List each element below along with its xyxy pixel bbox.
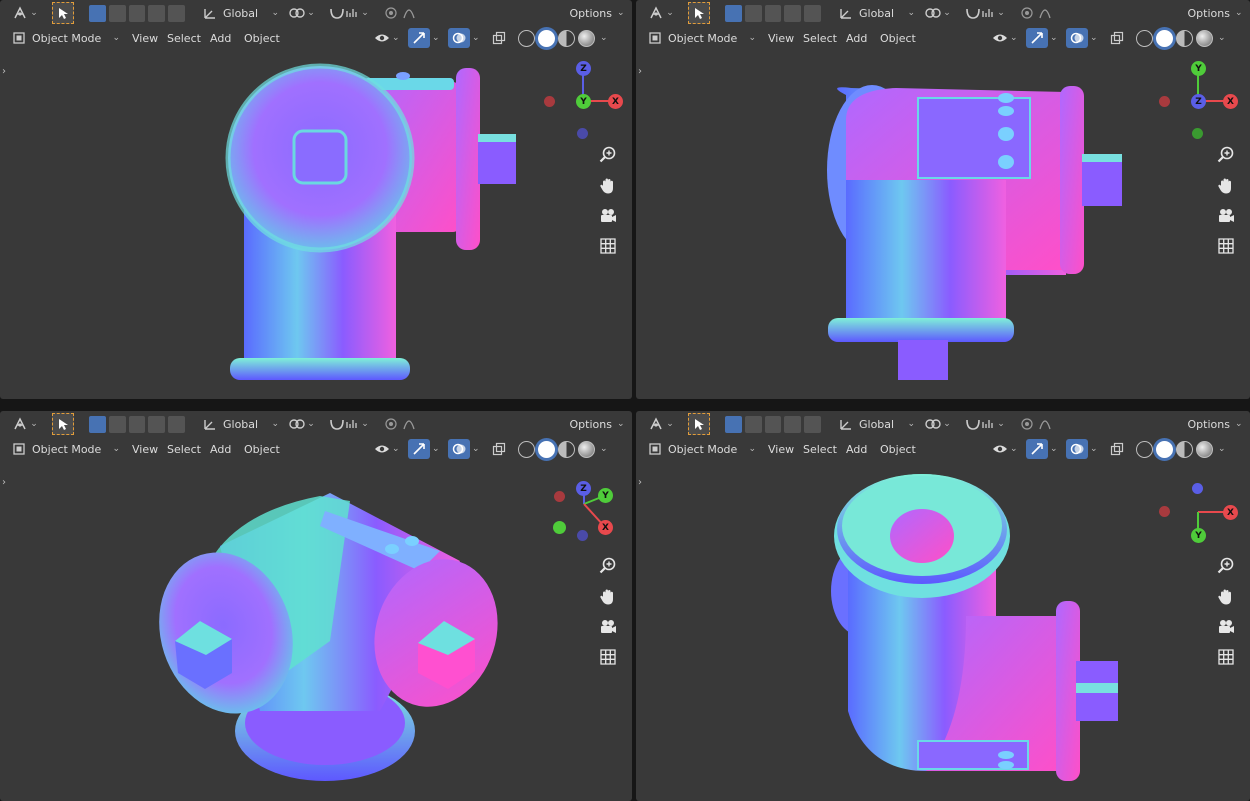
gizmo-axis-neg-z[interactable] [577,128,588,139]
gizmo-axis-neg-x[interactable] [554,491,565,502]
gizmo-axis-y[interactable]: Y [598,488,613,503]
gizmo-axis-y[interactable]: Y [1191,528,1206,543]
pipe-elbow-model-front[interactable] [0,0,632,399]
gizmo-axis-z[interactable]: Z [576,61,591,76]
nav-gizmo-top-right[interactable]: Y Z X [1156,57,1246,147]
nav-gizmo-top-left[interactable]: Z Y X [540,57,630,147]
pipe-elbow-model-perspective[interactable] [636,411,1250,801]
gizmo-axis-x[interactable]: X [1223,94,1238,109]
gizmo-axis-z[interactable]: Z [1191,94,1206,109]
pipe-elbow-model-iso[interactable] [0,411,632,801]
gizmo-axis-x[interactable]: X [1223,505,1238,520]
gizmo-axis-y[interactable]: Y [576,94,591,109]
gizmo-axis-neg-x[interactable] [544,96,555,107]
gizmo-axis-z-dot[interactable] [1192,483,1203,494]
gizmo-axis-neg-x[interactable] [1159,96,1170,107]
gizmo-axis-neg-x[interactable] [1159,506,1170,517]
gizmo-axis-neg-y[interactable] [553,521,566,534]
nav-gizmo-bottom-left[interactable]: Z Y X [548,476,638,566]
gizmo-axis-neg-y[interactable] [1192,128,1203,139]
gizmo-axis-neg-z[interactable] [577,530,588,541]
gizmo-axis-z[interactable]: Z [576,481,591,496]
gizmo-axis-y[interactable]: Y [1191,61,1206,76]
gizmo-axis-x[interactable]: X [598,520,613,535]
nav-gizmo-bottom-right[interactable]: X Y [1156,476,1246,566]
gizmo-axis-x[interactable]: X [608,94,623,109]
